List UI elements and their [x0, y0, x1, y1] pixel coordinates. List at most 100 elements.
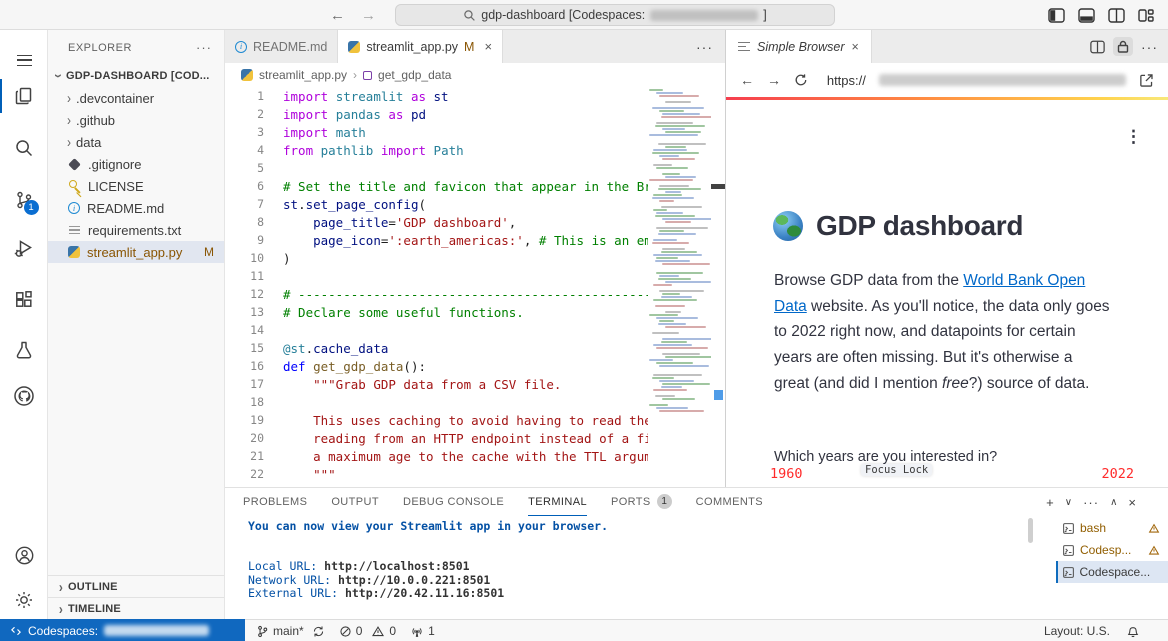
file-label: README.md: [87, 201, 164, 216]
terminal-line: [248, 533, 608, 546]
globe-icon: [773, 211, 803, 241]
github-icon[interactable]: [0, 378, 48, 414]
terminal-session-codesp-[interactable]: Codesp...: [1056, 539, 1168, 561]
tree-item-requirements-txt[interactable]: requirements.txt: [48, 219, 224, 241]
remote-indicator[interactable]: Codespaces:: [0, 619, 245, 641]
tree-root-folder[interactable]: ›GDP-DASHBOARD [COD...: [48, 65, 224, 87]
menu-icon[interactable]: [0, 42, 48, 78]
breadcrumb[interactable]: streamlit_app.py › get_gdp_data: [225, 63, 725, 87]
files-icon[interactable]: [0, 78, 48, 114]
terminal-session-codespace-[interactable]: Codespace...: [1056, 561, 1168, 583]
tree-item-readme-md[interactable]: i README.md: [48, 197, 224, 219]
activity-bar: 1: [0, 30, 48, 619]
explorer-more-actions-icon[interactable]: ···: [196, 40, 212, 55]
emphasis-text: free: [942, 375, 969, 392]
terminal-more-icon[interactable]: ···: [1083, 495, 1099, 510]
browser-content: ⋮ GDP dashboard Browse GDP data from the…: [726, 100, 1168, 487]
bell-icon[interactable]: [1126, 624, 1140, 638]
tree-item-streamlit-app-py[interactable]: streamlit_app.pyM: [48, 241, 224, 263]
python-icon: [348, 41, 360, 53]
git-icon: [68, 158, 81, 171]
panel-tab-terminal[interactable]: TERMINAL: [528, 488, 587, 516]
account-icon[interactable]: [0, 537, 48, 573]
command-center-search[interactable]: gdp-dashboard [Codespaces: ]: [395, 4, 835, 26]
panel-tab-problems[interactable]: PROBLEMS: [243, 488, 307, 516]
section-outline[interactable]: ›OUTLINE: [48, 575, 224, 597]
ports-indicator[interactable]: 1: [410, 624, 435, 638]
problems-indicator[interactable]: 0 0: [339, 624, 396, 638]
browser-forward-icon[interactable]: →: [767, 72, 781, 88]
browser-more-actions-icon[interactable]: ···: [1141, 39, 1158, 55]
toggle-panel-icon[interactable]: [1078, 8, 1095, 23]
kebab-menu-icon[interactable]: ⋮: [1125, 127, 1142, 147]
tree-item-data[interactable]: ›data: [48, 131, 224, 153]
code-editor[interactable]: 1import streamlit as st2import pandas as…: [225, 87, 725, 487]
tab-readme-md[interactable]: iREADME.md: [225, 30, 338, 63]
tree-item-license[interactable]: LICENSE: [48, 175, 224, 197]
maximize-panel-icon[interactable]: ∧: [1110, 497, 1117, 508]
terminal-session-bash[interactable]: bash: [1056, 517, 1168, 539]
run-debug-icon[interactable]: [0, 230, 48, 266]
editor-more-actions-icon[interactable]: ···: [696, 30, 713, 63]
chevron-right-icon: ›: [54, 600, 68, 617]
explorer-title: EXPLORER: [68, 42, 132, 54]
code-line: 21 a maximum age to the cache with the T…: [225, 447, 725, 465]
forwarded-ports-count: 1: [428, 624, 435, 638]
warnings-icon: [371, 625, 385, 638]
code-line: 22 """: [225, 465, 725, 483]
lock-toggle[interactable]: [1113, 37, 1133, 56]
browser-back-icon[interactable]: ←: [740, 72, 754, 88]
close-panel-icon[interactable]: ×: [1128, 495, 1136, 510]
warning-icon: [1148, 545, 1160, 556]
panel-tab-ports[interactable]: PORTS1: [611, 488, 672, 516]
search-icon[interactable]: [0, 130, 48, 166]
warning-icon: [1148, 523, 1160, 534]
tab-simple-browser[interactable]: Simple Browser ×: [726, 30, 872, 63]
symbol-icon: [363, 71, 372, 80]
layout-indicator[interactable]: Layout: U.S.: [1044, 624, 1110, 638]
panel-tab-debug-console[interactable]: DEBUG CONSOLE: [403, 488, 504, 516]
info-icon: i: [68, 202, 80, 214]
minimap[interactable]: [649, 89, 711, 419]
panel-tab-comments[interactable]: COMMENTS: [696, 488, 763, 516]
settings-gear-icon[interactable]: [0, 582, 48, 618]
split-editor-icon[interactable]: [1108, 8, 1125, 23]
history-forward-icon[interactable]: →: [361, 7, 376, 24]
new-terminal-icon[interactable]: +: [1046, 495, 1054, 510]
breadcrumb-symbol[interactable]: get_gdp_data: [378, 68, 451, 82]
history-back-icon[interactable]: ←: [330, 7, 345, 24]
terminal-output[interactable]: You can now view your Streamlit app in y…: [248, 520, 608, 600]
tree-item--github[interactable]: ›.github: [48, 109, 224, 131]
source-control-icon[interactable]: 1: [0, 182, 48, 218]
terminal-dropdown-icon[interactable]: ∨: [1065, 497, 1072, 508]
file-label: requirements.txt: [88, 223, 181, 238]
branch-icon: [256, 625, 269, 638]
reload-icon[interactable]: [794, 73, 808, 87]
editor-tab-bar: iREADME.mdstreamlit_app.pyM× ···: [225, 30, 725, 63]
breadcrumb-file[interactable]: streamlit_app.py: [259, 68, 347, 82]
extensions-icon[interactable]: [0, 282, 48, 318]
errors-count: 0: [356, 624, 363, 638]
editor-group: iREADME.mdstreamlit_app.pyM× ··· streamli…: [225, 30, 725, 487]
toggle-sidebar-icon[interactable]: [1048, 8, 1065, 23]
close-icon[interactable]: ×: [484, 39, 492, 54]
python-icon: [68, 246, 80, 258]
section-timeline[interactable]: ›TIMELINE: [48, 597, 224, 619]
close-icon[interactable]: ×: [852, 40, 859, 54]
tree-item--gitignore[interactable]: .gitignore: [48, 153, 224, 175]
python-file-icon: [241, 69, 253, 81]
redacted-url: [879, 74, 1126, 86]
branch-indicator[interactable]: main*: [256, 624, 325, 638]
split-editor-icon[interactable]: [1090, 40, 1105, 54]
customize-layout-icon[interactable]: [1138, 8, 1154, 23]
terminal-scrollbar[interactable]: [1028, 518, 1033, 543]
status-bar: Codespaces: main* 0 0 1 Layout: U.S.: [0, 619, 1168, 641]
tree-item--devcontainer[interactable]: ›.devcontainer: [48, 87, 224, 109]
tab-streamlit-app-py[interactable]: streamlit_app.pyM×: [338, 30, 503, 63]
panel-tab-output[interactable]: OUTPUT: [331, 488, 379, 516]
testing-icon[interactable]: [0, 332, 48, 368]
url-scheme[interactable]: https://: [827, 73, 866, 88]
open-external-icon[interactable]: [1139, 73, 1154, 88]
sash-drag-handle[interactable]: [711, 184, 725, 189]
code-line: 20 reading from an HTTP endpoint instead…: [225, 429, 725, 447]
